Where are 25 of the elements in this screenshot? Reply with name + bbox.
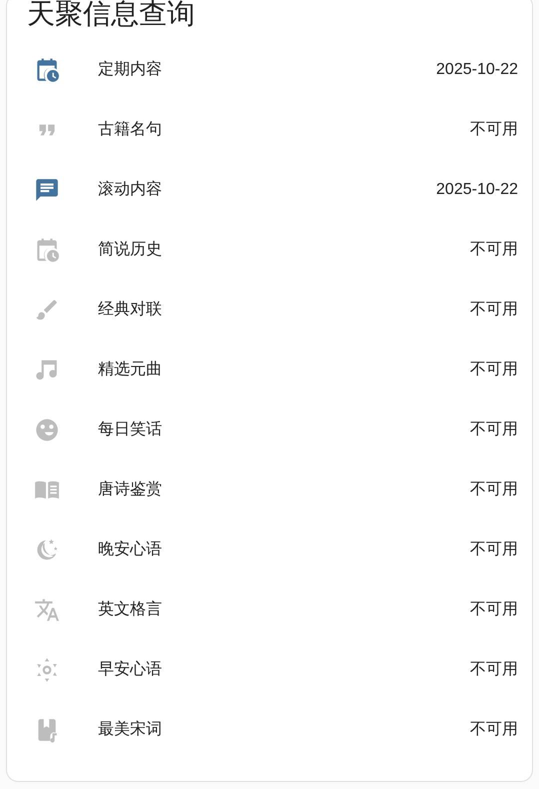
entity-name[interactable]: 最美宋词 (98, 718, 470, 742)
entity-name[interactable]: 英文格言 (98, 598, 470, 622)
entity-name[interactable]: 简说历史 (98, 238, 470, 262)
entity-state: 2025-10-22 (436, 180, 518, 200)
entity-state: 不可用 (470, 600, 518, 620)
entity-name[interactable]: 精选元曲 (98, 358, 470, 382)
entity-name[interactable]: 滚动内容 (98, 178, 436, 202)
entity-state: 不可用 (470, 720, 518, 740)
entity-name[interactable]: 早安心语 (98, 658, 470, 682)
entity-state: 不可用 (470, 540, 518, 560)
entity-state: 不可用 (470, 360, 518, 380)
entity-state: 不可用 (470, 660, 518, 680)
entity-name[interactable]: 晚安心语 (98, 538, 470, 562)
entity-state: 不可用 (470, 420, 518, 440)
entity-name[interactable]: 古籍名句 (98, 118, 470, 142)
card-title: 天聚信息查询 (26, 0, 195, 31)
entity-name[interactable]: 每日笑话 (98, 418, 470, 442)
entity-state: 不可用 (470, 300, 518, 320)
entity-state: 不可用 (470, 240, 518, 260)
entity-state: 不可用 (470, 480, 518, 500)
entity-state: 不可用 (470, 120, 518, 140)
entity-name[interactable]: 经典对联 (98, 298, 470, 322)
entity-name[interactable]: 定期内容 (98, 58, 436, 82)
entity-state: 2025-10-22 (436, 60, 518, 80)
entity-name[interactable]: 唐诗鉴赏 (98, 478, 470, 502)
